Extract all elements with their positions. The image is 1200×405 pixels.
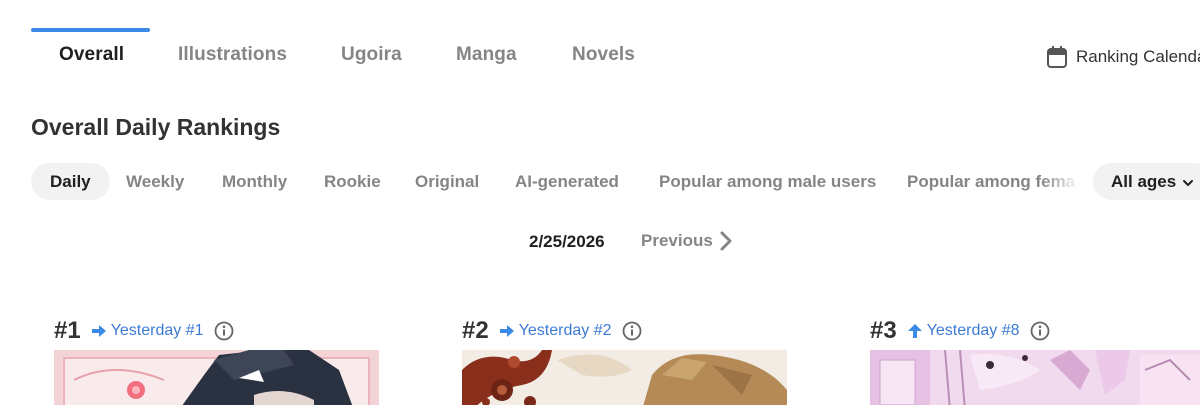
calendar-icon [1047, 46, 1067, 68]
rank-number: #1 [54, 317, 81, 344]
artwork-thumbnail[interactable] [462, 350, 787, 405]
ranking-calendar-link[interactable]: Ranking Calenda [1046, 43, 1200, 71]
yesterday-rank: Yesterday #8 [926, 322, 1020, 339]
tab-overall[interactable]: Overall [59, 28, 124, 86]
arrow-right-icon [499, 325, 514, 337]
artwork-thumbnail[interactable] [870, 350, 1200, 405]
info-icon[interactable] [214, 321, 234, 341]
chevron-down-icon [1183, 179, 1194, 186]
filter-original[interactable]: Original [415, 163, 479, 200]
rank-number: #3 [870, 317, 897, 344]
age-filter-label: All ages [1111, 172, 1177, 191]
info-icon[interactable] [622, 321, 642, 341]
tab-manga[interactable]: Manga [456, 28, 517, 86]
filter-popular-male[interactable]: Popular among male users [659, 163, 876, 200]
yesterday-rank: Yesterday #1 [110, 322, 204, 339]
chevron-right-icon [720, 231, 732, 251]
filter-weekly[interactable]: Weekly [126, 163, 184, 200]
tab-ugoira[interactable]: Ugoira [341, 28, 402, 86]
tab-illustrations[interactable]: Illustrations [178, 28, 287, 86]
current-date: 2/25/2026 [529, 232, 605, 251]
page-title: Overall Daily Rankings [31, 114, 281, 140]
ranking-header-2: #2 Yesterday #2 [462, 315, 642, 347]
arrow-right-icon [91, 325, 106, 337]
filter-monthly[interactable]: Monthly [222, 163, 287, 200]
ranking-page: Overall Illustrations Ugoira Manga Novel… [0, 0, 1200, 405]
arrow-up-icon [907, 324, 922, 338]
filter-overflow-fade [1040, 160, 1090, 204]
info-icon[interactable] [1030, 321, 1050, 341]
artwork-thumbnail[interactable] [54, 350, 379, 405]
ranking-header-3: #3 Yesterday #8 [870, 315, 1050, 347]
filter-ai-generated[interactable]: AI-generated [515, 163, 619, 200]
yesterday-rank: Yesterday #2 [518, 322, 612, 339]
rank-number: #2 [462, 317, 489, 344]
ranking-header-1: #1 Yesterday #1 [54, 315, 234, 347]
filter-daily[interactable]: Daily [31, 163, 110, 200]
age-filter-dropdown[interactable]: All ages [1093, 163, 1200, 200]
tab-novels[interactable]: Novels [572, 28, 635, 86]
ranking-mode-filters: Daily Weekly Monthly Rookie Original AI-… [31, 163, 1200, 200]
previous-label: Previous [641, 231, 713, 250]
category-tabs: Overall Illustrations Ugoira Manga Novel… [0, 0, 1200, 90]
previous-day-button[interactable]: Previous [641, 228, 733, 254]
filter-rookie[interactable]: Rookie [324, 163, 381, 200]
ranking-calendar-label: Ranking Calenda [1076, 47, 1200, 66]
